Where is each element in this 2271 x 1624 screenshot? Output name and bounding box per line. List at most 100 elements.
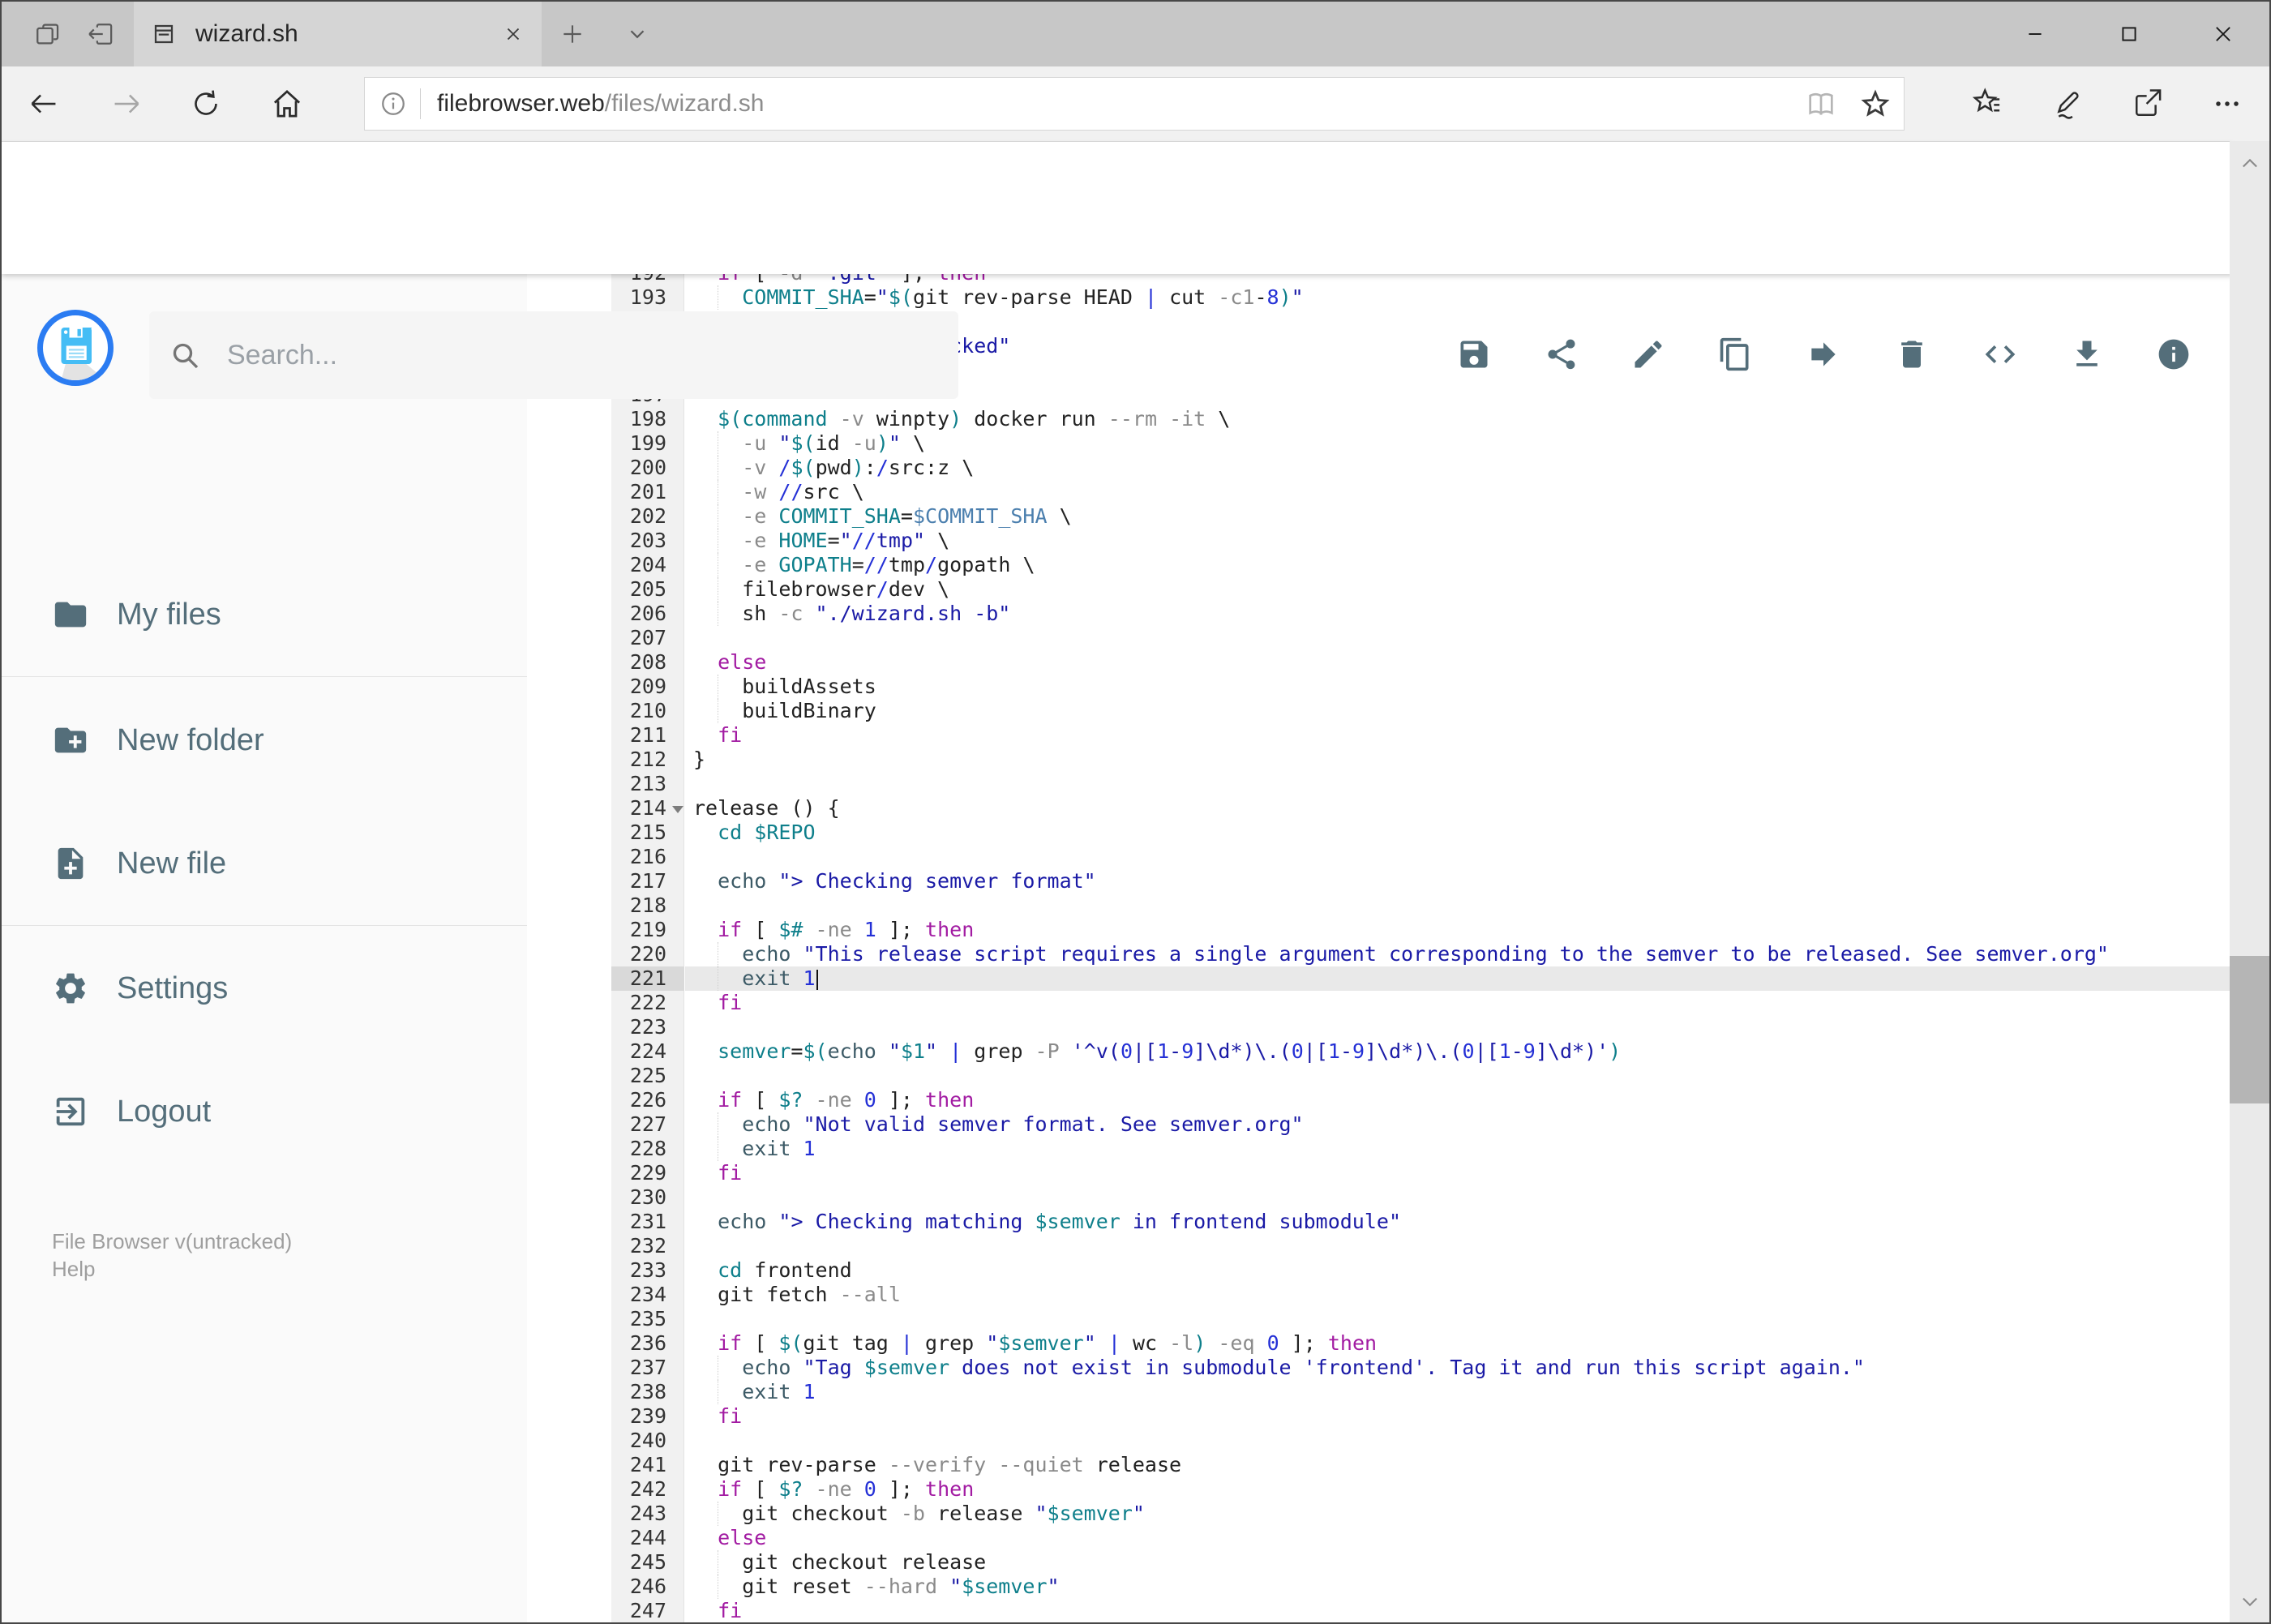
code-line-234[interactable]: git fetch --all: [685, 1283, 2230, 1307]
code-line-237[interactable]: echo "Tag $semver does not exist in subm…: [685, 1356, 2230, 1380]
tab-close-icon[interactable]: [503, 24, 524, 45]
gutter-line-243[interactable]: 243: [611, 1502, 684, 1526]
gutter-line-207[interactable]: 207: [611, 626, 684, 650]
gutter-line-216[interactable]: 216: [611, 845, 684, 869]
reading-view-icon[interactable]: [1805, 88, 1837, 120]
gutter-line-226[interactable]: 226: [611, 1088, 684, 1112]
gutter-line-193[interactable]: 193: [611, 285, 684, 310]
code-line-218[interactable]: [685, 893, 2230, 918]
gutter-line-234[interactable]: 234: [611, 1283, 684, 1307]
code-line-225[interactable]: [685, 1064, 2230, 1088]
sidebar-item-new-file[interactable]: New file: [2, 825, 527, 902]
gutter-line-240[interactable]: 240: [611, 1429, 684, 1453]
address-bar[interactable]: filebrowser.web/files/wizard.sh: [364, 77, 1905, 131]
code-line-242[interactable]: if [ $? -ne 0 ]; then: [685, 1477, 2230, 1502]
favorite-star-icon[interactable]: [1858, 87, 1892, 121]
code-line-229[interactable]: fi: [685, 1161, 2230, 1185]
site-info-icon[interactable]: [379, 90, 407, 118]
scroll-up-icon[interactable]: [2230, 148, 2269, 180]
code-line-203[interactable]: -e HOME="//tmp" \: [685, 529, 2230, 553]
scroll-down-icon[interactable]: [2230, 1585, 2269, 1618]
gutter-line-213[interactable]: 213: [611, 772, 684, 796]
gutter-line-209[interactable]: 209: [611, 675, 684, 699]
gutter-line-200[interactable]: 200: [611, 456, 684, 480]
code-line-228[interactable]: exit 1: [685, 1137, 2230, 1161]
gutter-line-247[interactable]: 247: [611, 1599, 684, 1622]
info-icon[interactable]: [2156, 336, 2192, 372]
gutter-line-218[interactable]: 218: [611, 893, 684, 918]
gutter-line-220[interactable]: 220: [611, 942, 684, 966]
gutter-line-201[interactable]: 201: [611, 480, 684, 504]
gutter-line-205[interactable]: 205: [611, 577, 684, 602]
edit-icon[interactable]: [1630, 336, 1666, 372]
maximize-button[interactable]: [2096, 2, 2162, 66]
gutter-line-212[interactable]: 212: [611, 748, 684, 772]
delete-icon[interactable]: [1894, 336, 1930, 372]
gutter-line-203[interactable]: 203: [611, 529, 684, 553]
hub-favorites-icon[interactable]: [1958, 66, 2016, 141]
code-line-199[interactable]: -u "$(id -u)" \: [685, 431, 2230, 456]
copy-icon[interactable]: [1717, 336, 1753, 372]
code-line-205[interactable]: filebrowser/dev \: [685, 577, 2230, 602]
gutter-line-236[interactable]: 236: [611, 1331, 684, 1356]
gutter-line-221[interactable]: 221: [611, 966, 684, 991]
code-line-217[interactable]: echo "> Checking semver format": [685, 869, 2230, 893]
code-line-227[interactable]: echo "Not valid semver format. See semve…: [685, 1112, 2230, 1137]
code-line-220[interactable]: echo "This release script requires a sin…: [685, 942, 2230, 966]
code-line-215[interactable]: cd $REPO: [685, 821, 2230, 845]
code-line-206[interactable]: sh -c "./wizard.sh -b": [685, 602, 2230, 626]
code-line-233[interactable]: cd frontend: [685, 1258, 2230, 1283]
gutter-line-192[interactable]: 192: [611, 274, 684, 285]
gutter-line-224[interactable]: 224: [611, 1039, 684, 1064]
gutter-line-210[interactable]: 210: [611, 699, 684, 723]
gutter-line-241[interactable]: 241: [611, 1453, 684, 1477]
sidebar-item-settings[interactable]: Settings: [2, 949, 527, 1027]
gutter-line-244[interactable]: 244: [611, 1526, 684, 1550]
code-editor[interactable]: 1921931941951961971981992002012022032042…: [611, 274, 2230, 1622]
code-line-209[interactable]: buildAssets: [685, 675, 2230, 699]
gutter-line-231[interactable]: 231: [611, 1210, 684, 1234]
code-line-235[interactable]: [685, 1307, 2230, 1331]
code-line-192[interactable]: if [ -d ".git" ]; then: [685, 274, 2230, 285]
gutter-line-242[interactable]: 242: [611, 1477, 684, 1502]
search-box[interactable]: [149, 311, 958, 399]
code-line-247[interactable]: fi: [685, 1599, 2230, 1622]
code-line-211[interactable]: fi: [685, 723, 2230, 748]
gutter-line-215[interactable]: 215: [611, 821, 684, 845]
gutter-line-233[interactable]: 233: [611, 1258, 684, 1283]
code-line-226[interactable]: if [ $? -ne 0 ]; then: [685, 1088, 2230, 1112]
gutter-line-199[interactable]: 199: [611, 431, 684, 456]
code-line-213[interactable]: [685, 772, 2230, 796]
refresh-icon[interactable]: [177, 66, 235, 141]
code-line-212[interactable]: }: [685, 748, 2230, 772]
gutter-line-222[interactable]: 222: [611, 991, 684, 1015]
code-line-245[interactable]: git checkout release: [685, 1550, 2230, 1575]
more-menu-icon[interactable]: [2198, 66, 2256, 141]
tab-preview-icon[interactable]: [22, 2, 74, 66]
share-icon[interactable]: [2119, 66, 2177, 141]
gutter-line-239[interactable]: 239: [611, 1404, 684, 1429]
code-line-201[interactable]: -w //src \: [685, 480, 2230, 504]
browser-tab[interactable]: wizard.sh: [134, 2, 542, 66]
gutter-line-230[interactable]: 230: [611, 1185, 684, 1210]
save-icon[interactable]: [1456, 336, 1492, 372]
code-line-223[interactable]: [685, 1015, 2230, 1039]
tabs-chevron-icon[interactable]: [611, 2, 663, 66]
fold-arrow-icon[interactable]: [672, 806, 683, 813]
gutter-line-198[interactable]: 198: [611, 407, 684, 431]
gutter-line-229[interactable]: 229: [611, 1161, 684, 1185]
code-line-243[interactable]: git checkout -b release "$semver": [685, 1502, 2230, 1526]
filebrowser-logo[interactable]: [37, 310, 114, 386]
code-line-198[interactable]: $(command -v winpty) docker run --rm -it…: [685, 407, 2230, 431]
code-line-239[interactable]: fi: [685, 1404, 2230, 1429]
code-line-207[interactable]: [685, 626, 2230, 650]
code-line-221[interactable]: exit 1: [685, 966, 2230, 991]
scrollbar-thumb[interactable]: [2230, 956, 2269, 1103]
sidebar-item-new-folder[interactable]: New folder: [2, 701, 527, 779]
close-window-button[interactable]: [2190, 2, 2256, 66]
home-icon[interactable]: [258, 66, 316, 141]
web-note-pen-icon[interactable]: [2037, 66, 2096, 141]
code-line-224[interactable]: semver=$(echo "$1" | grep -P '^v(0|[1-9]…: [685, 1039, 2230, 1064]
gutter-line-217[interactable]: 217: [611, 869, 684, 893]
code-line-193[interactable]: COMMIT_SHA="$(git rev-parse HEAD | cut -…: [685, 285, 2230, 310]
